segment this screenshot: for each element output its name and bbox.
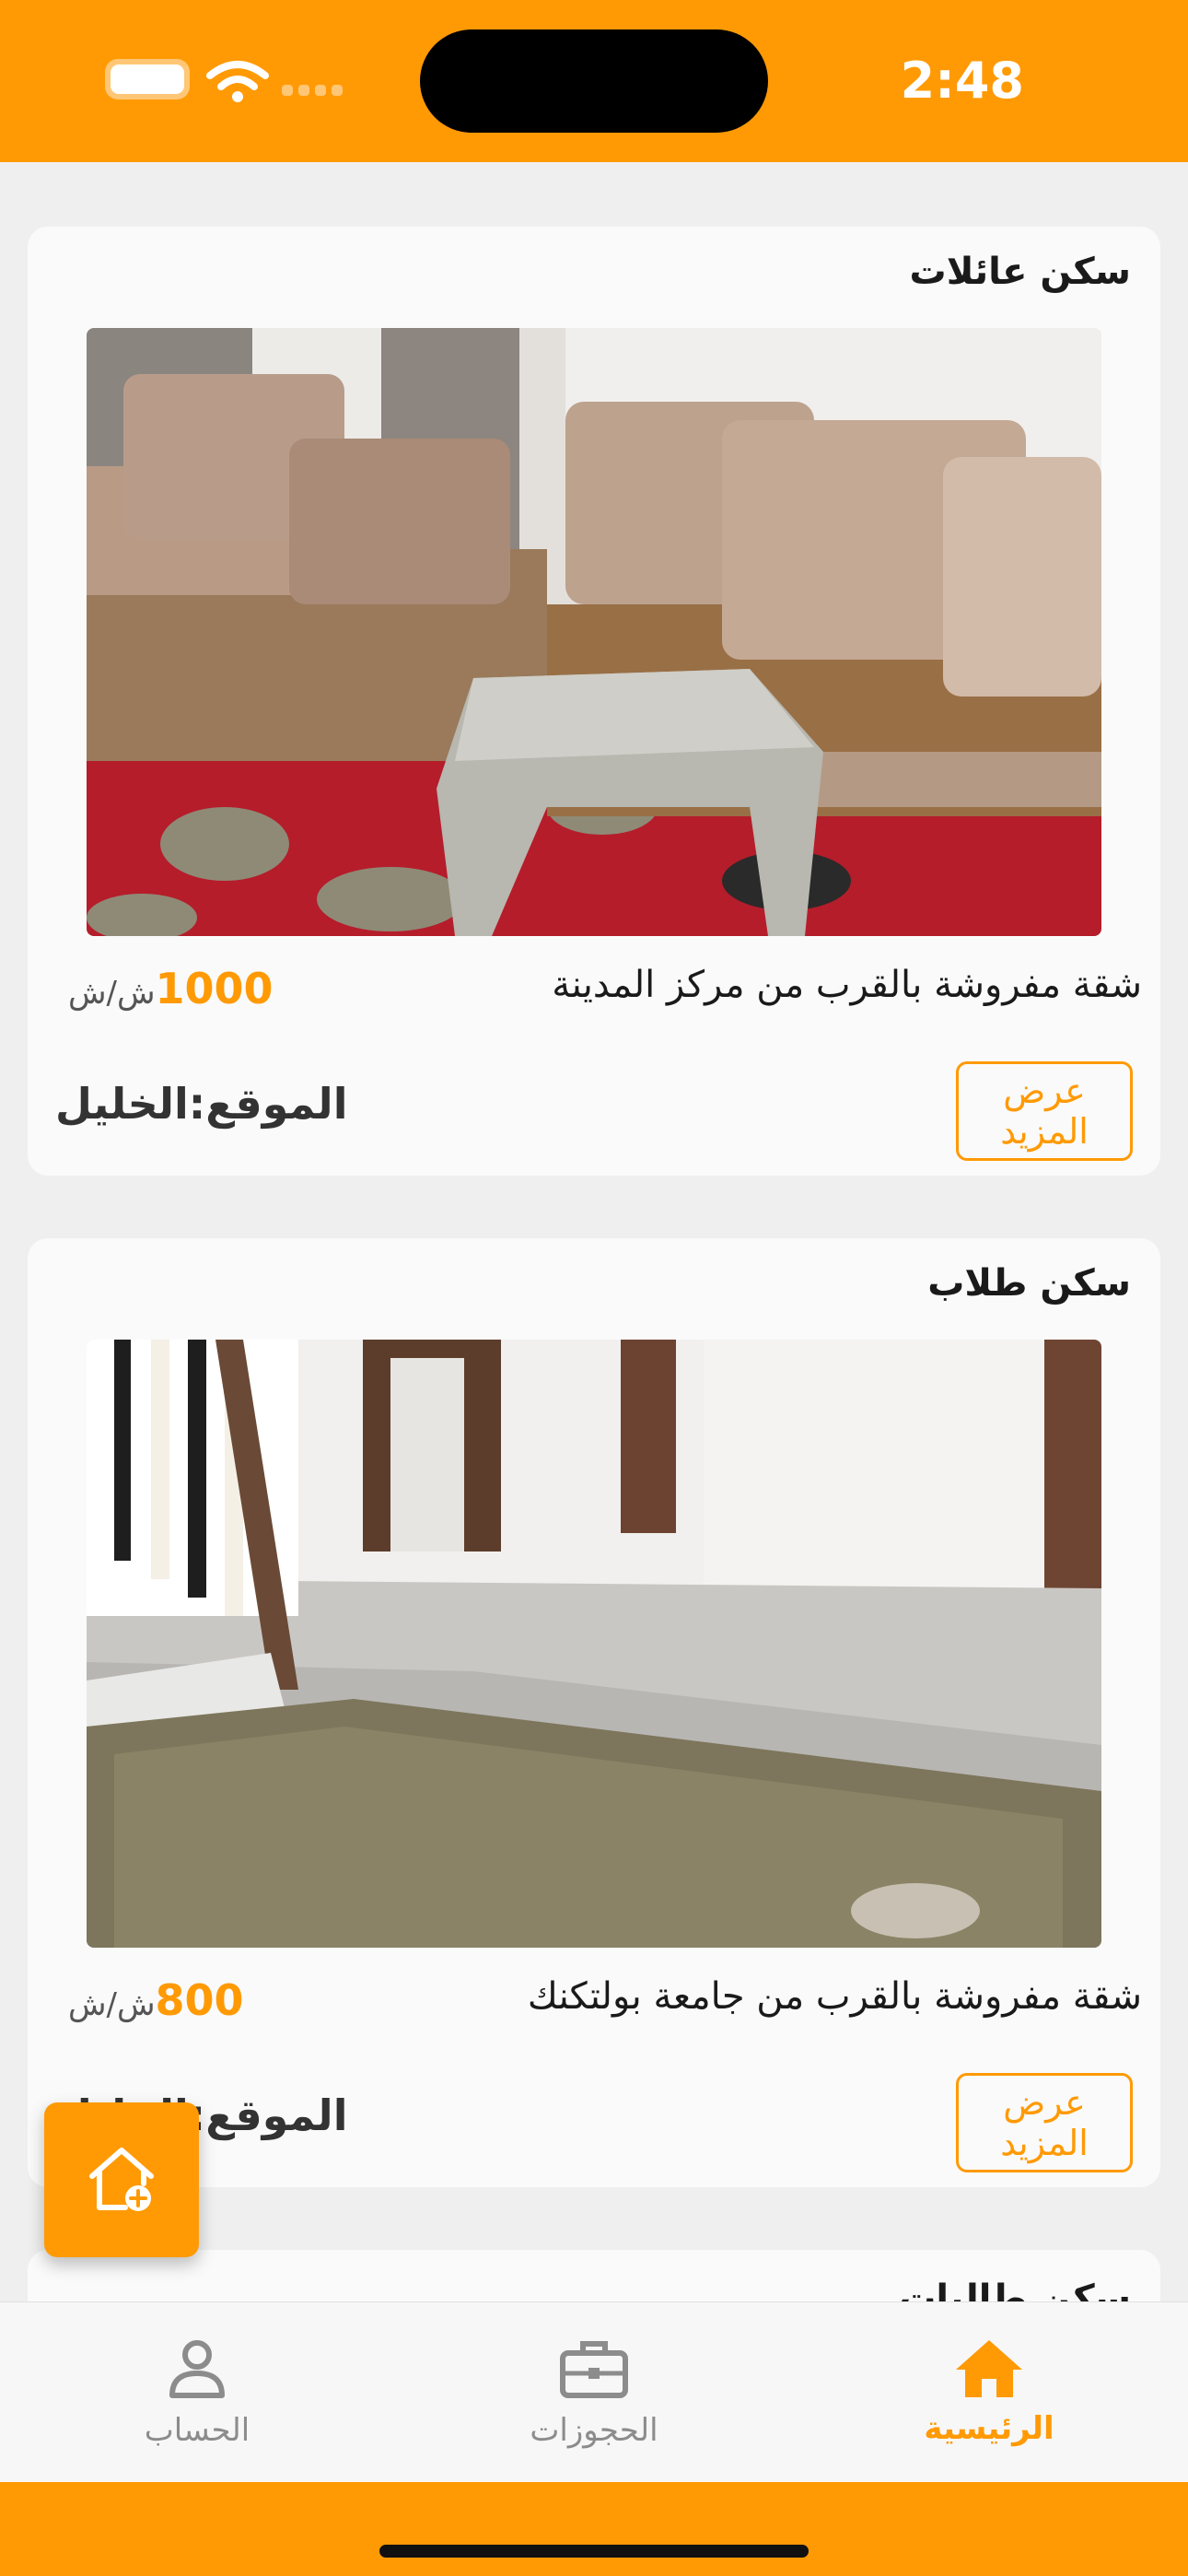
show-more-button[interactable]: عرض المزيد	[956, 2073, 1133, 2172]
battery-icon	[105, 59, 190, 100]
listing-category: سكن عائلات	[909, 251, 1131, 293]
nav-item-account[interactable]: الحساب	[59, 2302, 335, 2483]
listing-price: 800 ش/ش	[55, 1975, 244, 2025]
living-room-photo[interactable]	[87, 328, 1101, 936]
listing-card[interactable]: سكن طلاب شقة مفروشة بالقرب من جامعة بولت…	[28, 1238, 1160, 2187]
nav-item-home[interactable]: الرئيسية	[851, 2302, 1127, 2483]
price-value: 800	[155, 1975, 244, 2025]
status-bar: 2:48	[0, 0, 1188, 162]
nav-label: الحساب	[144, 2412, 250, 2449]
home-indicator-area	[0, 2482, 1188, 2576]
nav-label: الرئيسية	[924, 2410, 1054, 2447]
listing-category: سكن طلاب	[927, 1262, 1131, 1305]
nav-item-bookings[interactable]: الحجوزات	[456, 2302, 732, 2483]
nav-label: الحجوزات	[530, 2412, 658, 2449]
bottom-navigation: الحساب الحجوزات الرئيسية	[0, 2301, 1188, 2482]
cellular-signal-icon	[282, 85, 348, 98]
wifi-icon	[206, 61, 269, 102]
price-unit: ش/ش	[68, 1986, 156, 2023]
show-more-button[interactable]: عرض المزيد	[956, 1061, 1133, 1161]
price-value: 1000	[155, 964, 274, 1013]
add-home-icon	[89, 2148, 154, 2211]
dynamic-island	[420, 29, 768, 133]
briefcase-icon	[560, 2341, 628, 2398]
add-listing-button[interactable]	[44, 2102, 199, 2257]
home-indicator[interactable]	[379, 2545, 809, 2558]
price-unit: ش/ش	[68, 975, 156, 1012]
person-icon	[169, 2340, 225, 2398]
listing-description: شقة مفروشة بالقرب من مركز المدينة	[552, 964, 1142, 1006]
listing-location: الموقع:الخليل	[55, 1079, 348, 1129]
home-icon	[956, 2340, 1022, 2397]
listing-card[interactable]: سكن عائلات شقة مفروشة بالقرب من مركز الم…	[28, 227, 1160, 1176]
status-time: 2:48	[900, 52, 1024, 110]
listing-price: 1000 ش/ش	[55, 964, 274, 1013]
listing-description: شقة مفروشة بالقرب من جامعة بولتكنك	[527, 1975, 1142, 2018]
hallway-photo[interactable]	[87, 1340, 1101, 1948]
